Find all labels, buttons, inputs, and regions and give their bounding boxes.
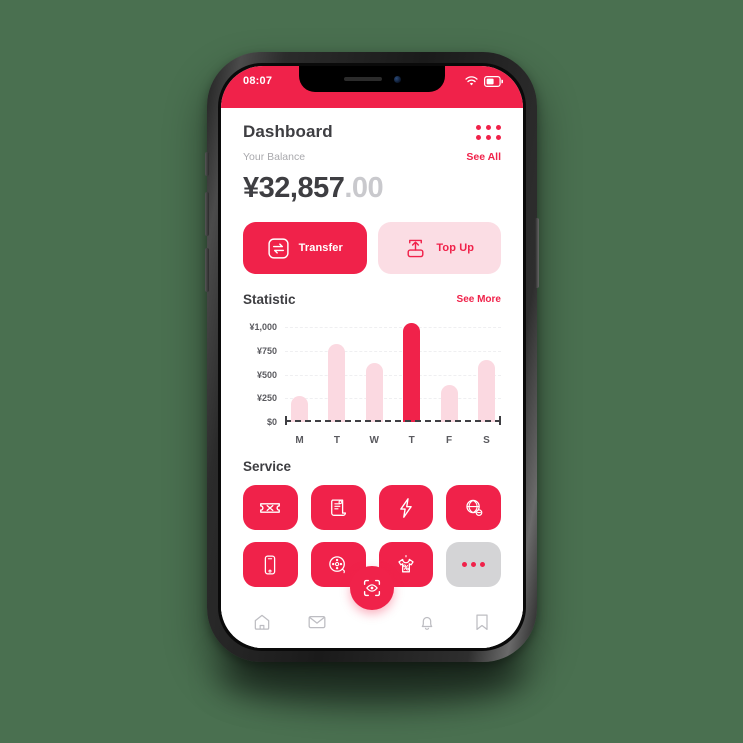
balance-label: Your Balance xyxy=(243,151,306,163)
service-tile-electricity[interactable] xyxy=(378,485,434,530)
chart-x-tick: T xyxy=(333,435,340,446)
chart-y-tick: ¥250 xyxy=(256,393,277,404)
phone-device-frame: 08:07 Dashboard Your Balance See All ¥32… xyxy=(205,52,539,662)
statistic-bar-chart: ¥1,000 ¥750 ¥500 ¥250 $0 M T W T F S xyxy=(243,318,501,446)
service-tile-mobile[interactable] xyxy=(243,542,298,587)
statistic-title: Statistic xyxy=(243,292,296,307)
ticket-icon xyxy=(260,502,281,513)
upload-icon xyxy=(407,239,424,257)
transfer-button[interactable]: Transfer xyxy=(243,222,367,274)
chart-bar[interactable] xyxy=(440,385,458,422)
chart-x-tick: W xyxy=(369,435,379,446)
home-icon xyxy=(255,614,270,630)
app-content: Dashboard Your Balance See All ¥32,857.0… xyxy=(221,108,523,648)
topup-button[interactable]: Top Up xyxy=(377,222,501,274)
service-tile-bill[interactable] xyxy=(310,485,366,530)
nav-item-home[interactable] xyxy=(245,612,279,632)
chart-y-tick: ¥500 xyxy=(256,369,277,380)
topup-button-label: Top Up xyxy=(436,242,475,254)
battery-icon xyxy=(484,76,503,87)
invoice-icon xyxy=(331,499,347,516)
chart-bar[interactable] xyxy=(328,344,346,422)
chart-y-tick: ¥1,000 xyxy=(249,322,277,333)
status-bar: 08:07 xyxy=(221,66,523,108)
chart-axis-cap-left xyxy=(285,416,287,425)
service-tile-more[interactable] xyxy=(446,542,501,587)
balance-cents: .00 xyxy=(344,172,384,204)
transfer-icon xyxy=(268,237,289,259)
volume-up-button[interactable] xyxy=(205,192,209,236)
device-notch xyxy=(299,66,445,92)
chart-x-tick: T xyxy=(408,435,415,446)
status-bar-indicators xyxy=(465,75,503,87)
phone-icon xyxy=(265,554,276,575)
earpiece-speaker xyxy=(343,77,382,81)
chart-plot-area: ¥1,000 ¥750 ¥500 ¥250 $0 xyxy=(249,318,501,427)
balance-whole: ¥32,857 xyxy=(243,172,345,204)
silence-switch-button[interactable] xyxy=(205,152,209,176)
power-button[interactable] xyxy=(535,218,539,288)
see-all-link[interactable]: See All xyxy=(466,151,501,163)
front-camera xyxy=(393,75,401,83)
chart-x-tick: S xyxy=(483,435,490,446)
lightning-icon xyxy=(400,497,412,518)
wifi-icon xyxy=(465,76,478,86)
dashboard-header: Dashboard xyxy=(243,108,501,142)
grid-menu-icon[interactable] xyxy=(476,124,501,140)
chart-axis-cap-right xyxy=(499,416,501,425)
scan-eye-icon xyxy=(363,579,381,597)
envelope-icon xyxy=(308,616,326,629)
chart-x-tick: F xyxy=(446,435,453,446)
chart-bar[interactable] xyxy=(365,363,383,422)
film-reel-icon xyxy=(329,555,346,573)
service-title: Service xyxy=(243,459,292,474)
bookmark-icon xyxy=(475,614,488,630)
see-more-link[interactable]: See More xyxy=(457,294,501,305)
chart-y-tick: ¥750 xyxy=(256,346,277,357)
chart-x-axis xyxy=(285,420,501,422)
chart-x-axis-labels: MTWTFS xyxy=(291,435,495,446)
more-dots-icon xyxy=(462,562,486,567)
page-title: Dashboard xyxy=(243,122,333,141)
chart-bar[interactable] xyxy=(403,322,421,422)
shirt-discount-icon xyxy=(398,554,414,572)
device-bezel: 08:07 Dashboard Your Balance See All ¥32… xyxy=(218,63,526,651)
volume-down-button[interactable] xyxy=(205,248,209,292)
transfer-button-label: Transfer xyxy=(298,242,343,254)
chart-x-tick: M xyxy=(295,435,304,446)
chart-bar[interactable] xyxy=(477,359,495,422)
chart-y-tick: $0 xyxy=(266,417,277,427)
nav-item-messages[interactable] xyxy=(300,612,334,632)
chart-bars xyxy=(291,318,495,422)
balance-subheader: Your Balance See All xyxy=(243,151,501,163)
nav-item-notifications[interactable] xyxy=(410,612,444,632)
phone-screen: 08:07 Dashboard Your Balance See All ¥32… xyxy=(221,66,523,648)
service-tile-ticket[interactable] xyxy=(243,485,298,530)
status-bar-time: 08:07 xyxy=(243,75,273,87)
globe-icon xyxy=(465,499,482,516)
quick-actions: Transfer Top Up xyxy=(243,222,501,274)
bell-icon xyxy=(421,616,433,630)
nav-item-bookmarks[interactable] xyxy=(465,612,499,632)
balance-amount: ¥32,857.00 xyxy=(243,172,501,205)
service-tile-internet[interactable] xyxy=(446,485,501,530)
statistic-header: Statistic See More xyxy=(243,292,501,307)
chart-bar[interactable] xyxy=(291,395,308,422)
scan-fab-button[interactable] xyxy=(350,566,394,610)
